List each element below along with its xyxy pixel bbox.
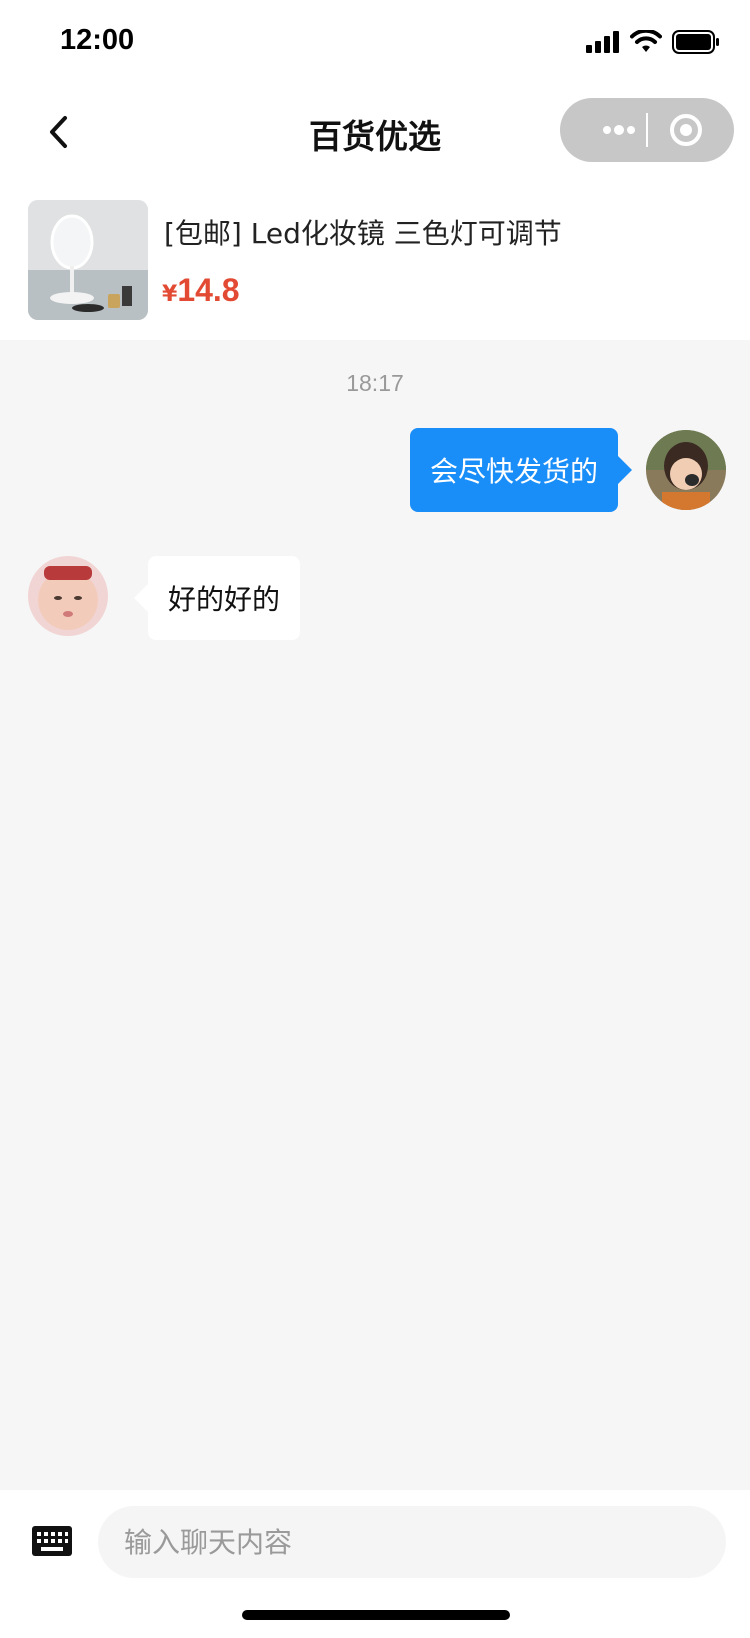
product-image xyxy=(28,200,148,320)
status-time: 12:00 xyxy=(60,24,135,56)
price-currency: ¥ xyxy=(162,282,178,307)
status-icons xyxy=(586,30,720,54)
chat-message-input[interactable] xyxy=(98,1506,726,1578)
capsule-divider xyxy=(646,113,648,147)
product-card[interactable]: [包邮] Led化妆镜 三色灯可调节 ¥14.8 xyxy=(0,178,750,340)
message-timestamp: 18:17 xyxy=(346,370,404,396)
outgoing-message-bubble[interactable]: 会尽快发货的 xyxy=(410,428,633,512)
signal-icon xyxy=(586,31,619,53)
keyboard-icon xyxy=(32,1526,72,1556)
more-dots-icon xyxy=(603,125,635,135)
my-avatar[interactable] xyxy=(646,430,726,510)
home-indicator xyxy=(242,1610,510,1620)
keyboard-toggle-button[interactable] xyxy=(32,1526,72,1556)
target-circle-icon xyxy=(670,114,702,146)
customer-avatar[interactable] xyxy=(28,556,108,636)
status-bar: 12:00 xyxy=(0,0,750,88)
nav-bar: 百货优选 xyxy=(0,88,750,178)
product-price: ¥14.8 xyxy=(162,272,240,309)
price-amount: 14.8 xyxy=(177,272,240,308)
wifi-icon xyxy=(630,30,662,52)
mini-program-capsule xyxy=(560,98,734,162)
battery-icon xyxy=(672,30,719,54)
close-mini-program-button[interactable] xyxy=(668,112,704,148)
more-button[interactable] xyxy=(592,116,646,144)
incoming-message-bubble[interactable]: 好的好的 xyxy=(133,556,301,640)
product-title: [包邮] Led化妆镜 三色灯可调节 xyxy=(164,217,562,250)
